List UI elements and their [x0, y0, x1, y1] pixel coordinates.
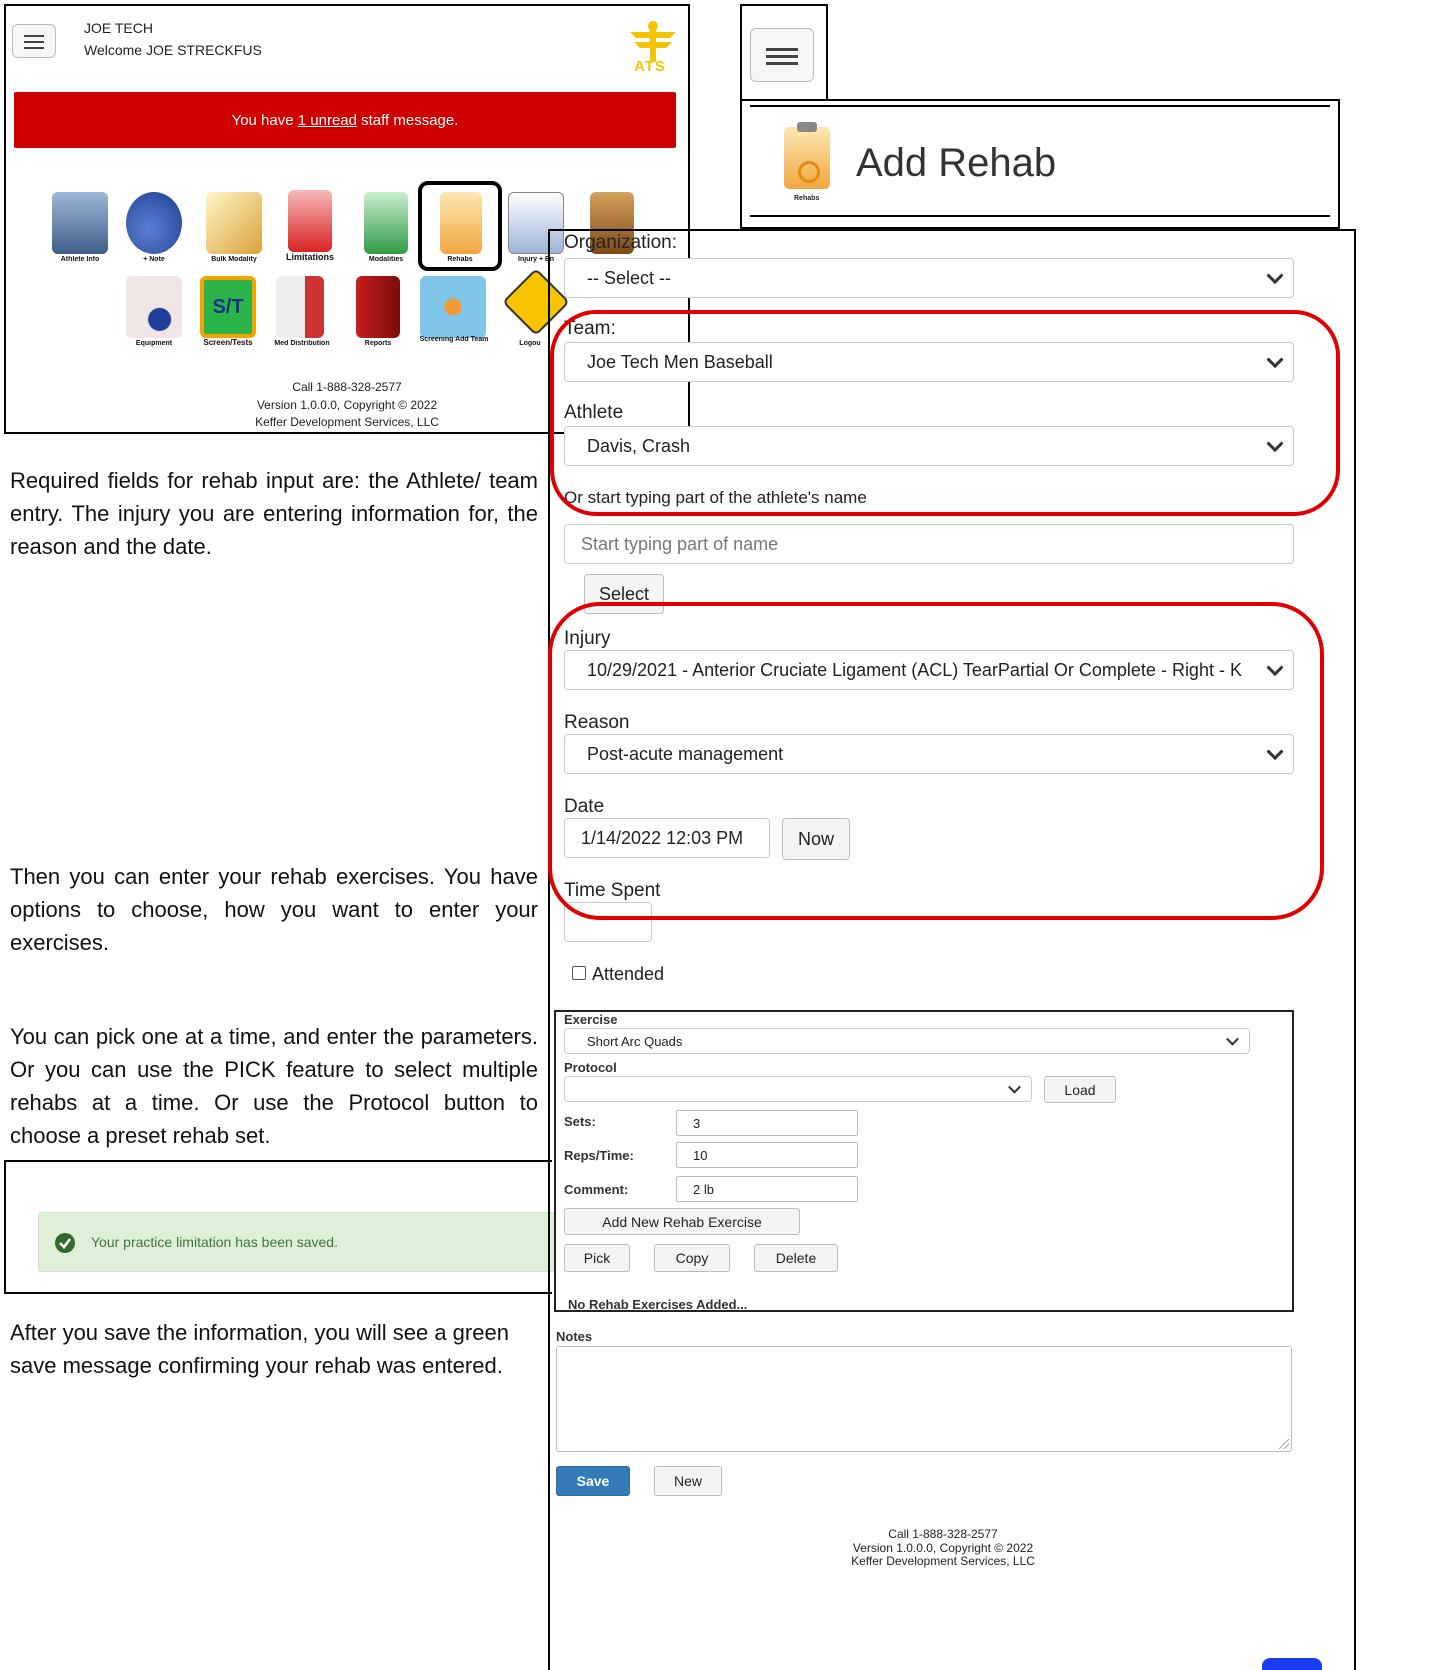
page-title: Add Rehab — [856, 141, 1057, 185]
instruction-required: Required fields for rehab input are: the… — [10, 468, 538, 559]
instruction-save: After you save the information, you will… — [10, 1320, 509, 1378]
welcome-text: Welcome JOE STRECKFUS — [84, 42, 262, 58]
chevron-down-icon — [1008, 1080, 1021, 1094]
form-footer-company: Keffer Development Services, LLC — [851, 1554, 1035, 1568]
resize-handle-icon[interactable] — [1279, 1439, 1289, 1449]
protocol-select[interactable] — [564, 1076, 1032, 1102]
success-panel: Your practice limitation has been saved. — [4, 1160, 558, 1294]
staff-message-alert: You have 1 unread staff message. — [14, 92, 676, 148]
logo-text: ATS — [634, 58, 666, 75]
copy-button[interactable]: Copy — [654, 1244, 730, 1272]
screening-icon[interactable] — [420, 276, 486, 338]
icon-label: Reports — [364, 340, 392, 347]
athlete-info-icon[interactable] — [52, 192, 108, 254]
icon-label: Med Distribution — [274, 340, 330, 347]
new-button[interactable]: New — [654, 1466, 722, 1496]
chevron-down-icon — [1266, 267, 1284, 285]
icon-label: Screen/Tests — [203, 338, 253, 347]
icon-label: Screening Add Team — [419, 336, 489, 343]
required-highlight-injury-date — [548, 602, 1324, 920]
reps-label: Reps/Time: — [564, 1148, 634, 1163]
icon-label: Modalities — [368, 256, 404, 263]
icon-label: Athlete Info — [60, 256, 100, 263]
athlete-name-placeholder: Start typing part of name — [581, 533, 779, 554]
rehabs-icon[interactable] — [440, 192, 482, 254]
header-menu-panel — [740, 4, 828, 102]
comment-label: Comment: — [564, 1182, 629, 1197]
app-title: JOE TECH — [84, 20, 153, 36]
scroll-top-button[interactable] — [1262, 1658, 1322, 1670]
protocol-label: Protocol — [564, 1060, 617, 1075]
reps-input[interactable]: 10 — [676, 1142, 858, 1168]
ats-logo: ATS — [624, 20, 682, 76]
alert-suffix: staff message. — [356, 111, 459, 129]
icon-label: + Note — [143, 256, 165, 263]
reps-value: 10 — [693, 1147, 708, 1163]
bulk-modality-icon[interactable] — [206, 192, 262, 254]
athlete-name-input[interactable]: Start typing part of name — [564, 524, 1294, 564]
icon-label: Bulk Modality — [211, 256, 257, 263]
save-button[interactable]: Save — [556, 1466, 630, 1496]
comment-value: 2 lb — [693, 1181, 714, 1197]
sets-label: Sets: — [564, 1114, 596, 1129]
attended-checkbox[interactable] — [572, 966, 586, 980]
menu-button[interactable] — [12, 24, 56, 58]
delete-button[interactable]: Delete — [754, 1244, 838, 1272]
add-rehab-header: Rehabs Add Rehab — [740, 99, 1340, 229]
no-exercises-text: No Rehab Exercises Added... — [568, 1297, 748, 1312]
attended-label: Attended — [592, 964, 665, 984]
add-rehab-exercise-button[interactable]: Add New Rehab Exercise — [564, 1208, 800, 1235]
chevron-down-icon — [1226, 1032, 1239, 1046]
required-highlight-team-athlete — [550, 310, 1340, 516]
notes-label: Notes — [556, 1329, 593, 1344]
icon-label: Limitations — [285, 252, 334, 262]
instruction-pick: You can pick one at a time, and enter th… — [10, 1024, 538, 1148]
exercise-label: Exercise — [564, 1012, 618, 1027]
instruction-exercises: Then you can enter your rehab exercises.… — [10, 864, 538, 955]
organization-label: Organization: — [564, 232, 678, 253]
sets-value: 3 — [693, 1115, 701, 1131]
screen-tests-icon[interactable]: S/T — [200, 276, 256, 338]
add-note-icon[interactable] — [126, 192, 182, 254]
form-footer-version: Version 1.0.0.0, Copyright © 2022 — [852, 1541, 1034, 1555]
load-button[interactable]: Load — [1044, 1076, 1116, 1103]
comment-input[interactable]: 2 lb — [676, 1176, 858, 1202]
rehabs-clipboard-icon — [784, 122, 830, 189]
modalities-icon[interactable] — [364, 192, 408, 254]
limitations-icon[interactable] — [288, 190, 332, 252]
unread-link[interactable]: 1 unread — [298, 112, 357, 129]
exercise-value: Short Arc Quads — [587, 1033, 683, 1049]
organization-value: -- Select -- — [587, 267, 672, 288]
med-distribution-icon[interactable] — [276, 276, 324, 338]
sets-input[interactable]: 3 — [676, 1110, 858, 1136]
check-icon — [55, 1233, 75, 1253]
form-footer-call: Call 1-888-328-2577 — [888, 1527, 998, 1541]
rehabs-caption: Rehabs — [794, 195, 820, 202]
icon-label: Equipment — [135, 340, 173, 347]
menu-button[interactable] — [750, 28, 814, 82]
alert-prefix: You have — [231, 111, 298, 129]
success-alert: Your practice limitation has been saved. — [38, 1212, 558, 1272]
pick-button[interactable]: Pick — [564, 1244, 630, 1272]
success-message: Your practice limitation has been saved. — [91, 1234, 338, 1250]
equipment-icon[interactable] — [126, 276, 182, 338]
organization-select[interactable]: -- Select -- — [564, 258, 1294, 298]
exercise-select[interactable]: Short Arc Quads — [564, 1028, 1250, 1054]
notes-textarea[interactable] — [556, 1346, 1292, 1452]
reports-icon[interactable] — [356, 276, 400, 338]
icon-label: Rehabs — [447, 256, 473, 263]
